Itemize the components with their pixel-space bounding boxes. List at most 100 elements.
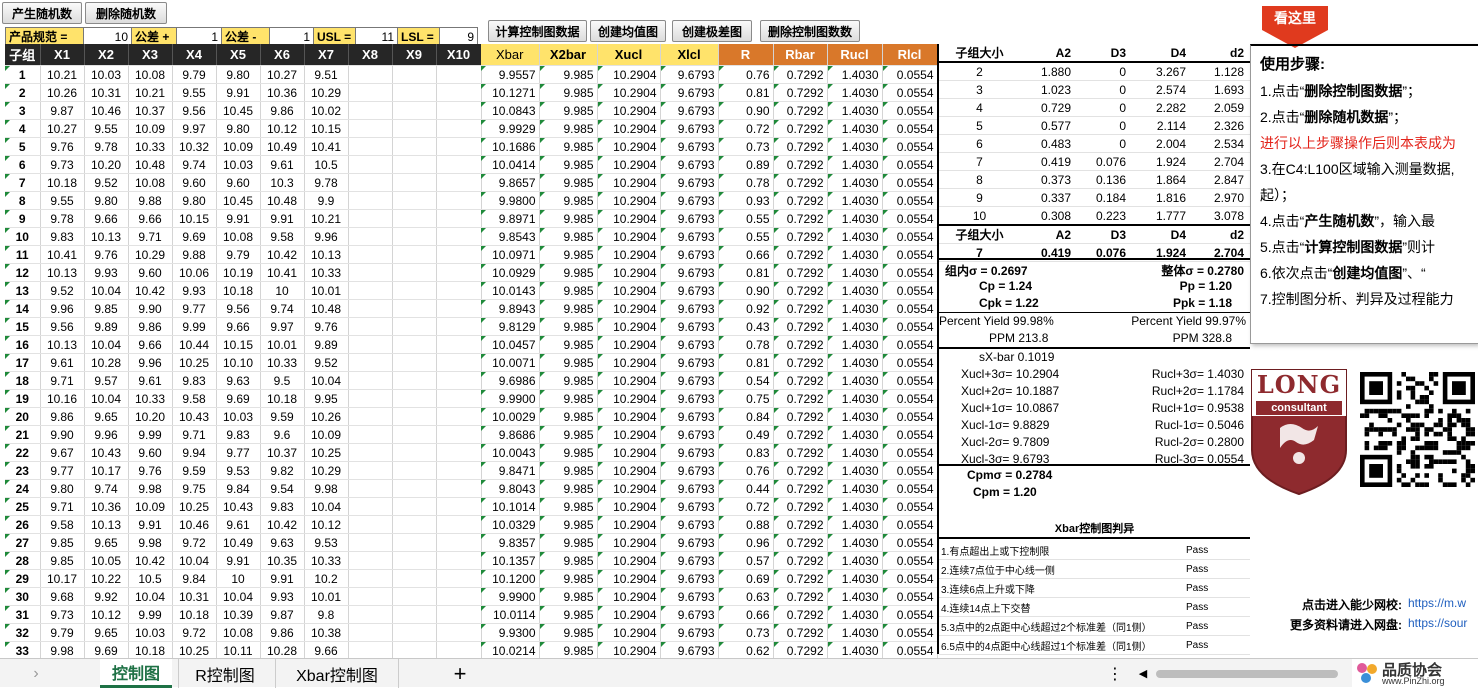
xbar-cell[interactable]: 10.0329	[481, 515, 540, 534]
xucl-cell[interactable]: 10.2904	[597, 605, 661, 624]
data-cell[interactable]: 9.88	[172, 245, 217, 264]
x2bar-cell[interactable]: 9.985	[539, 119, 598, 138]
data-cell[interactable]: 10.11	[216, 641, 261, 660]
empty-cell[interactable]	[348, 137, 393, 156]
rlcl-cell[interactable]: 0.0554	[882, 497, 938, 516]
rlcl-cell[interactable]: 0.0554	[882, 587, 938, 606]
xucl-cell[interactable]: 10.2904	[597, 533, 661, 552]
r-cell[interactable]: 0.93	[718, 191, 774, 210]
data-cell[interactable]: 9.61	[260, 155, 305, 174]
data-cell[interactable]: 10.19	[216, 263, 261, 282]
data-cell[interactable]: 9.69	[216, 389, 261, 408]
data-cell[interactable]: 9.78	[304, 173, 349, 192]
empty-cell[interactable]	[436, 263, 482, 282]
data-cell[interactable]: 10.03	[84, 65, 129, 84]
rucl-cell[interactable]: 1.4030	[827, 245, 883, 264]
xbar-cell[interactable]: 10.0043	[481, 443, 540, 462]
data-cell[interactable]: 9.92	[84, 587, 129, 606]
r-cell[interactable]: 0.76	[718, 65, 774, 84]
data-cell[interactable]: 9.60	[172, 173, 217, 192]
xlcl-cell[interactable]: 9.6793	[660, 425, 719, 444]
r-cell[interactable]: 0.55	[718, 209, 774, 228]
data-cell[interactable]: 10.05	[84, 551, 129, 570]
empty-cell[interactable]	[436, 623, 482, 642]
rbar-cell[interactable]: 0.7292	[773, 245, 828, 264]
data-cell[interactable]: 9.85	[40, 533, 85, 552]
data-cell[interactable]: 9.72	[172, 623, 217, 642]
data-cell[interactable]: 10.08	[128, 65, 173, 84]
r-cell[interactable]: 0.96	[718, 533, 774, 552]
x2bar-cell[interactable]: 9.985	[539, 335, 598, 354]
data-cell[interactable]: 9.96	[304, 227, 349, 246]
x2bar-cell[interactable]: 9.985	[539, 263, 598, 282]
rbar-cell[interactable]: 0.7292	[773, 587, 828, 606]
empty-cell[interactable]	[392, 209, 437, 228]
data-cell[interactable]: 9.56	[172, 101, 217, 120]
rlcl-cell[interactable]: 0.0554	[882, 101, 938, 120]
empty-cell[interactable]	[392, 497, 437, 516]
xbar-cell[interactable]: 10.0071	[481, 353, 540, 372]
x2bar-cell[interactable]: 9.985	[539, 479, 598, 498]
empty-cell[interactable]	[392, 389, 437, 408]
empty-cell[interactable]	[348, 623, 393, 642]
data-cell[interactable]: 9.61	[216, 515, 261, 534]
data-cell[interactable]: 9.52	[40, 281, 85, 300]
data-cell[interactable]: 9.73	[40, 605, 85, 624]
xbar-cell[interactable]: 10.1014	[481, 497, 540, 516]
xlcl-cell[interactable]: 9.6793	[660, 461, 719, 480]
empty-cell[interactable]	[348, 569, 393, 588]
data-cell[interactable]: 10.46	[172, 515, 217, 534]
rbar-cell[interactable]: 0.7292	[773, 605, 828, 624]
data-cell[interactable]: 9.79	[172, 65, 217, 84]
empty-cell[interactable]	[436, 353, 482, 372]
empty-cell[interactable]	[348, 245, 393, 264]
data-cell[interactable]: 10.38	[304, 623, 349, 642]
data-cell[interactable]: 10.17	[40, 569, 85, 588]
x2bar-cell[interactable]: 9.985	[539, 551, 598, 570]
data-cell[interactable]: 12	[5, 263, 41, 282]
xbar-cell[interactable]: 9.8357	[481, 533, 540, 552]
data-cell[interactable]: 9.74	[84, 479, 129, 498]
xucl-cell[interactable]: 10.2904	[597, 623, 661, 642]
empty-cell[interactable]	[348, 389, 393, 408]
empty-cell[interactable]	[348, 641, 393, 660]
data-cell[interactable]: 10.12	[304, 515, 349, 534]
data-cell[interactable]: 9.51	[304, 65, 349, 84]
tol-plus-value[interactable]: 1	[176, 27, 222, 46]
data-cell[interactable]: 10.04	[304, 371, 349, 390]
xlcl-cell[interactable]: 9.6793	[660, 443, 719, 462]
data-cell[interactable]: 10.5	[128, 569, 173, 588]
empty-cell[interactable]	[436, 299, 482, 318]
data-cell[interactable]: 19	[5, 389, 41, 408]
rlcl-cell[interactable]: 0.0554	[882, 551, 938, 570]
data-cell[interactable]: 10.43	[216, 497, 261, 516]
data-cell[interactable]: 9.96	[128, 353, 173, 372]
data-cell[interactable]: 9.88	[128, 191, 173, 210]
data-cell[interactable]: 10.08	[128, 173, 173, 192]
r-cell[interactable]: 0.88	[718, 515, 774, 534]
rlcl-cell[interactable]: 0.0554	[882, 119, 938, 138]
xucl-cell[interactable]: 10.2904	[597, 83, 661, 102]
xucl-cell[interactable]: 10.2904	[597, 461, 661, 480]
rucl-cell[interactable]: 1.4030	[827, 479, 883, 498]
x2bar-cell[interactable]: 9.985	[539, 371, 598, 390]
x2bar-cell[interactable]: 9.985	[539, 605, 598, 624]
rlcl-cell[interactable]: 0.0554	[882, 299, 938, 318]
r-cell[interactable]: 0.81	[718, 83, 774, 102]
rbar-cell[interactable]: 0.7292	[773, 119, 828, 138]
data-cell[interactable]: 10.32	[172, 137, 217, 156]
rucl-cell[interactable]: 1.4030	[827, 515, 883, 534]
data-cell[interactable]: 3	[5, 101, 41, 120]
xbar-cell[interactable]: 10.0929	[481, 263, 540, 282]
data-cell[interactable]: 9.5	[260, 371, 305, 390]
empty-cell[interactable]	[436, 173, 482, 192]
xbar-cell[interactable]: 9.8657	[481, 173, 540, 192]
empty-cell[interactable]	[392, 155, 437, 174]
rlcl-cell[interactable]: 0.0554	[882, 227, 938, 246]
xucl-cell[interactable]: 10.2904	[597, 281, 661, 300]
data-cell[interactable]: 9.60	[128, 263, 173, 282]
rucl-cell[interactable]: 1.4030	[827, 605, 883, 624]
x2bar-cell[interactable]: 9.985	[539, 173, 598, 192]
tab-xbar-chart[interactable]: Xbar控制图	[275, 659, 399, 688]
data-cell[interactable]: 9.75	[172, 479, 217, 498]
